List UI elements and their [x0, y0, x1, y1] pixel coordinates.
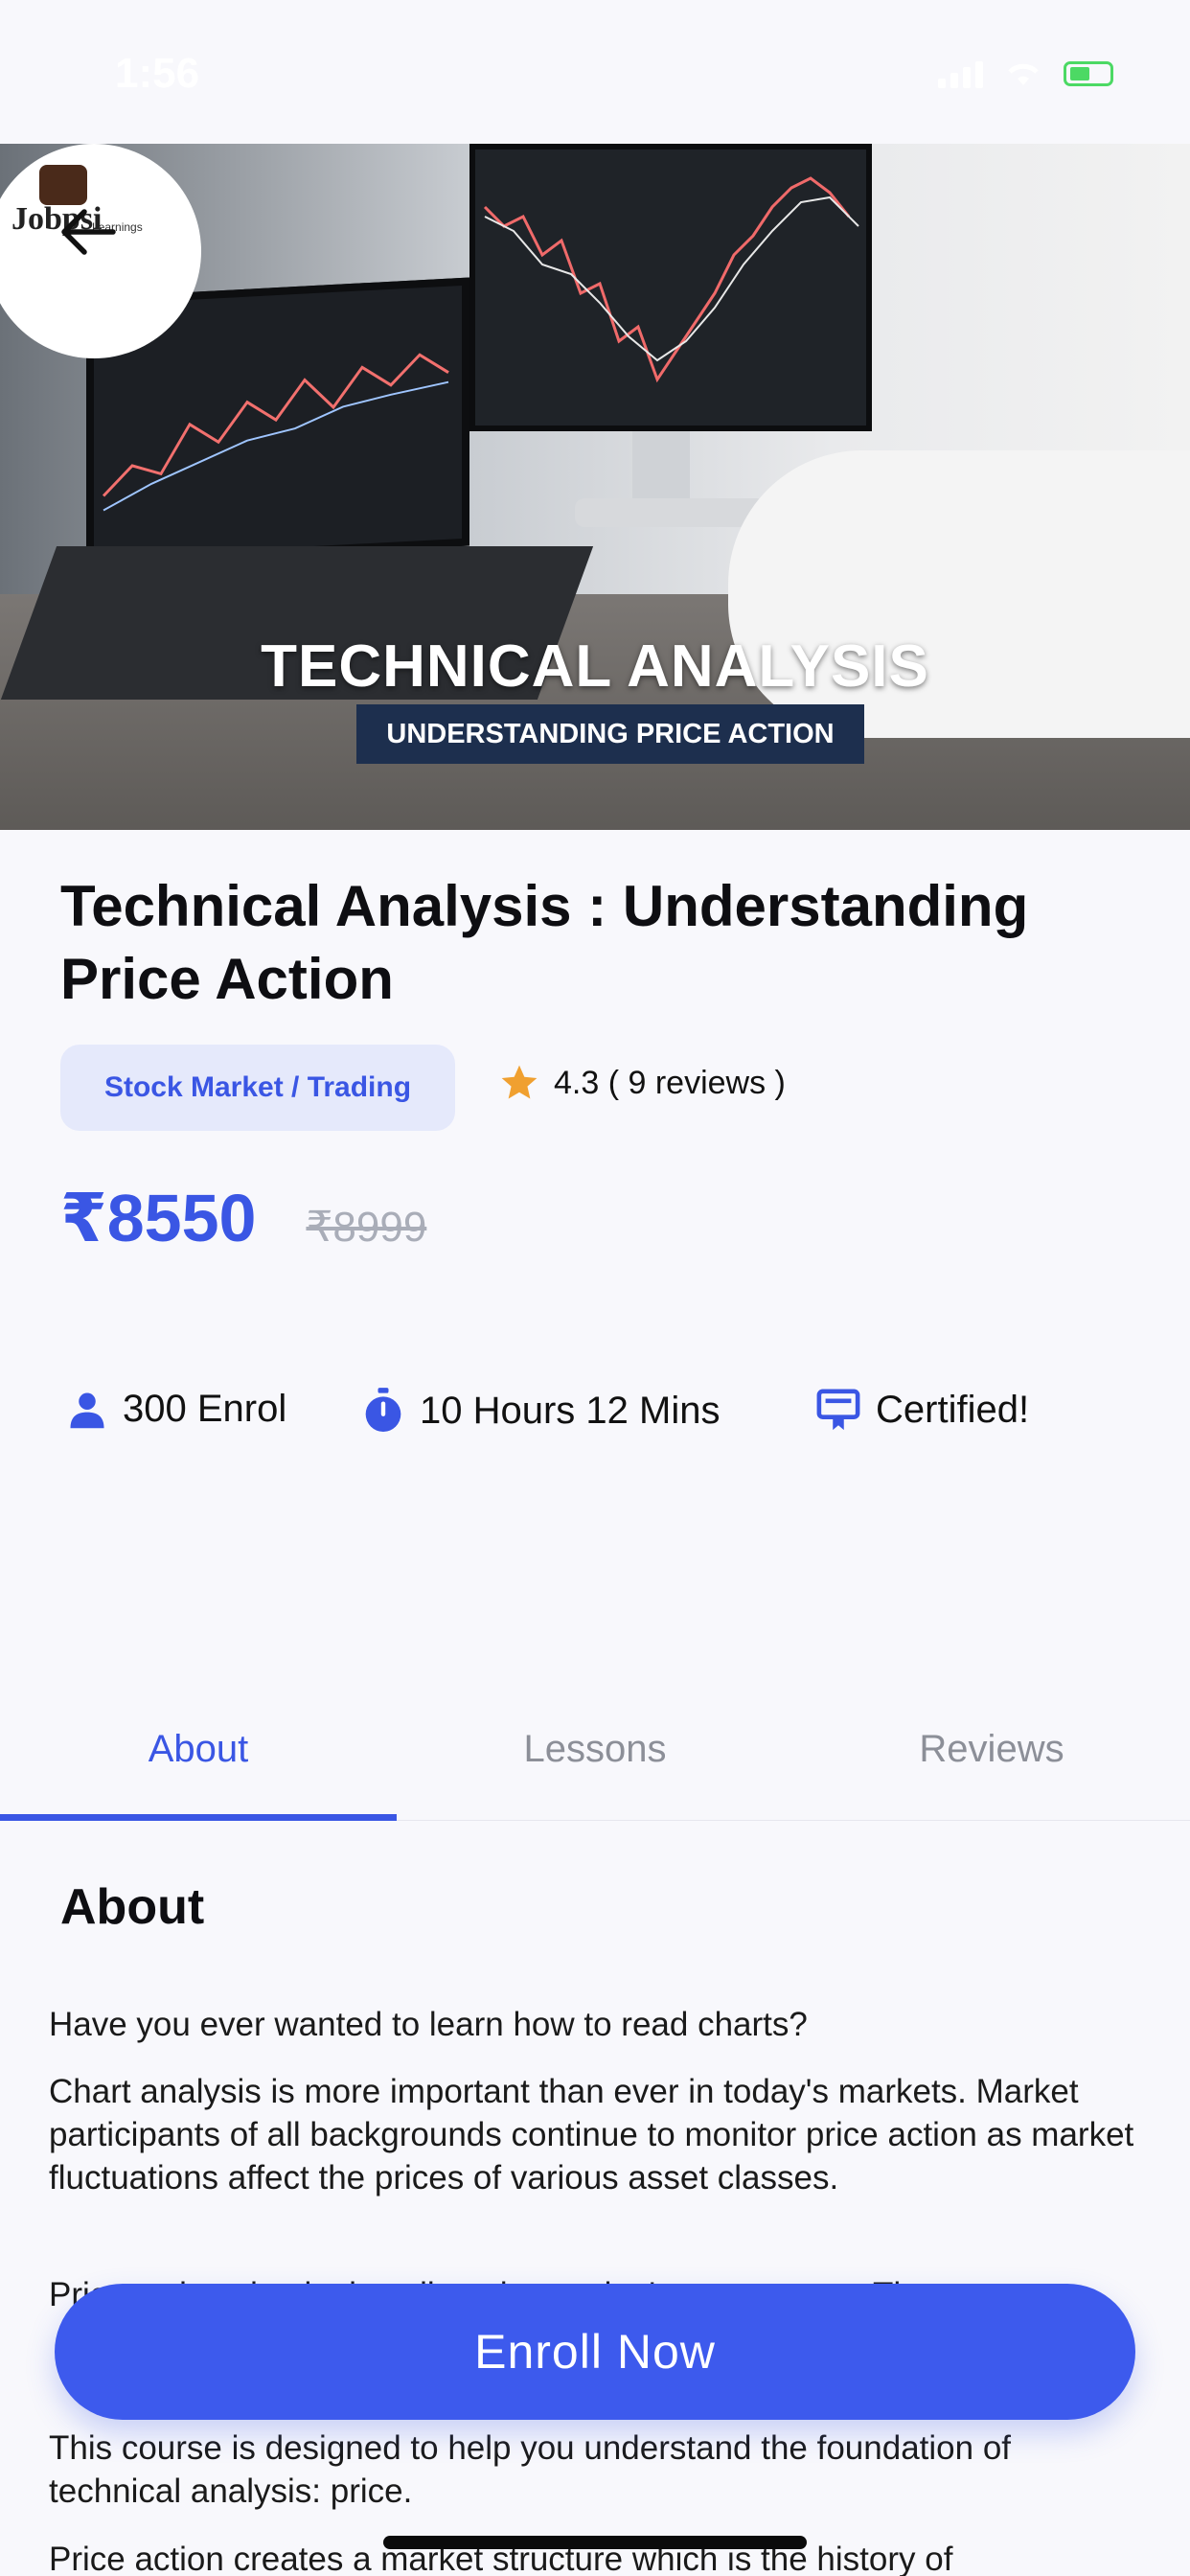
home-indicator: [383, 2536, 807, 2549]
hero-subtitle: UNDERSTANDING PRICE ACTION: [356, 704, 864, 764]
wifi-icon: [1008, 63, 1039, 85]
about-heading: About: [60, 1879, 205, 1935]
about-paragraph: Have you ever wanted to learn how to rea…: [49, 2006, 808, 2043]
certificate-info: Certified!: [816, 1388, 1029, 1432]
content-tabs: About Lessons Reviews: [0, 1706, 1190, 1821]
course-title: Technical Analysis : Understanding Price…: [60, 874, 1029, 1011]
about-paragraph: Chart analysis is more important than ev…: [49, 2073, 1134, 2196]
battery-icon: [1064, 61, 1113, 86]
course-detail-screen: 1:56 TECHNICAL ANALYSIS UNDERSTANDING PR…: [0, 0, 1190, 2576]
tab-about[interactable]: About: [0, 1706, 397, 1821]
about-paragraph: This course is designed to help you unde…: [49, 2429, 1012, 2510]
status-icons: [938, 59, 1113, 88]
rating[interactable]: 4.3 ( 9 reviews ): [498, 1062, 786, 1104]
hero-title: TECHNICAL ANALYSIS: [261, 633, 929, 700]
back-arrow-icon[interactable]: [54, 198, 121, 265]
signal-icon: [938, 59, 983, 88]
current-price: ₹8550: [60, 1181, 257, 1255]
user-icon: [70, 1392, 104, 1428]
enrolled-count: 300 Enrol: [67, 1388, 286, 1431]
certificate-icon: [816, 1389, 860, 1431]
category-chip[interactable]: Stock Market / Trading: [60, 1045, 455, 1131]
rating-text: 4.3 ( 9 reviews ): [554, 1064, 786, 1101]
status-bar: 1:56: [0, 0, 1190, 144]
tab-lessons[interactable]: Lessons: [397, 1706, 793, 1821]
tab-reviews[interactable]: Reviews: [793, 1706, 1190, 1821]
monitor-illustration: [469, 144, 872, 431]
course-meta: 300 Enrol 10 Hours 12 Mins Certified!: [0, 1388, 1190, 1445]
status-time: 1:56: [115, 50, 200, 97]
stopwatch-icon: [365, 1388, 401, 1432]
active-tab-indicator: [0, 1814, 397, 1821]
course-duration: 10 Hours 12 Mins: [362, 1388, 720, 1434]
original-price: ₹8999: [306, 1204, 427, 1251]
star-icon: [501, 1065, 538, 1099]
enroll-now-button[interactable]: Enroll Now: [55, 2284, 1135, 2420]
price-row: ₹8550 ₹8999: [60, 1179, 426, 1257]
course-hero-image: TECHNICAL ANALYSIS UNDERSTANDING PRICE A…: [0, 144, 1190, 830]
